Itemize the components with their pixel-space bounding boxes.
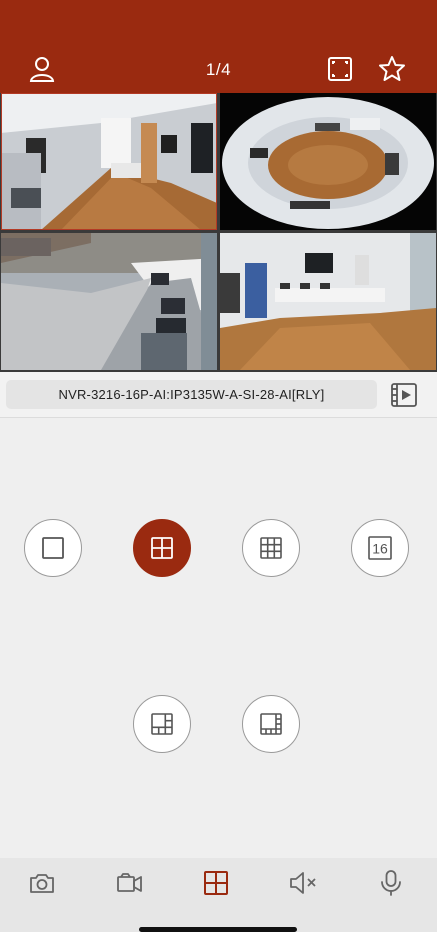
layout-8-split-button[interactable] <box>242 695 300 753</box>
star-icon[interactable] <box>378 55 406 83</box>
svg-text:16: 16 <box>372 541 388 557</box>
layout-16-split-button[interactable]: 16 <box>351 519 409 577</box>
sixteen-view-icon: 16 <box>368 536 392 560</box>
six-view-icon <box>151 713 173 735</box>
top-bar: 1/4 <box>0 0 437 93</box>
nine-view-icon <box>260 537 282 559</box>
camera-tile-2[interactable] <box>220 93 436 230</box>
quad-view-icon <box>151 537 173 559</box>
playback-icon[interactable] <box>390 381 418 409</box>
camera-tile-4[interactable] <box>220 233 436 370</box>
camera-tile-1[interactable] <box>1 93 217 230</box>
layout-4-split-button[interactable] <box>133 519 191 577</box>
eight-view-icon <box>260 713 282 735</box>
camera-tile-3[interactable] <box>1 233 217 370</box>
video-record-icon[interactable] <box>114 868 144 898</box>
camera-icon[interactable] <box>27 868 57 898</box>
microphone-icon[interactable] <box>376 868 406 898</box>
fullscreen-icon[interactable] <box>326 55 354 83</box>
layout-1-split-button[interactable] <box>24 519 82 577</box>
home-indicator <box>139 927 297 932</box>
device-name-label[interactable]: NVR-3216-16P-AI:IP3135W-A-SI-28-AI[RLY] <box>6 380 377 409</box>
device-info-bar: NVR-3216-16P-AI:IP3135W-A-SI-28-AI[RLY] <box>0 372 437 418</box>
mute-icon[interactable] <box>288 868 318 898</box>
grid-icon[interactable] <box>201 868 231 898</box>
layout-6-split-button[interactable] <box>133 695 191 753</box>
single-view-icon <box>42 537 64 559</box>
bottom-toolbar <box>0 858 437 932</box>
layout-9-split-button[interactable] <box>242 519 300 577</box>
page-indicator: 1/4 <box>205 60 232 79</box>
camera-grid <box>0 93 437 372</box>
